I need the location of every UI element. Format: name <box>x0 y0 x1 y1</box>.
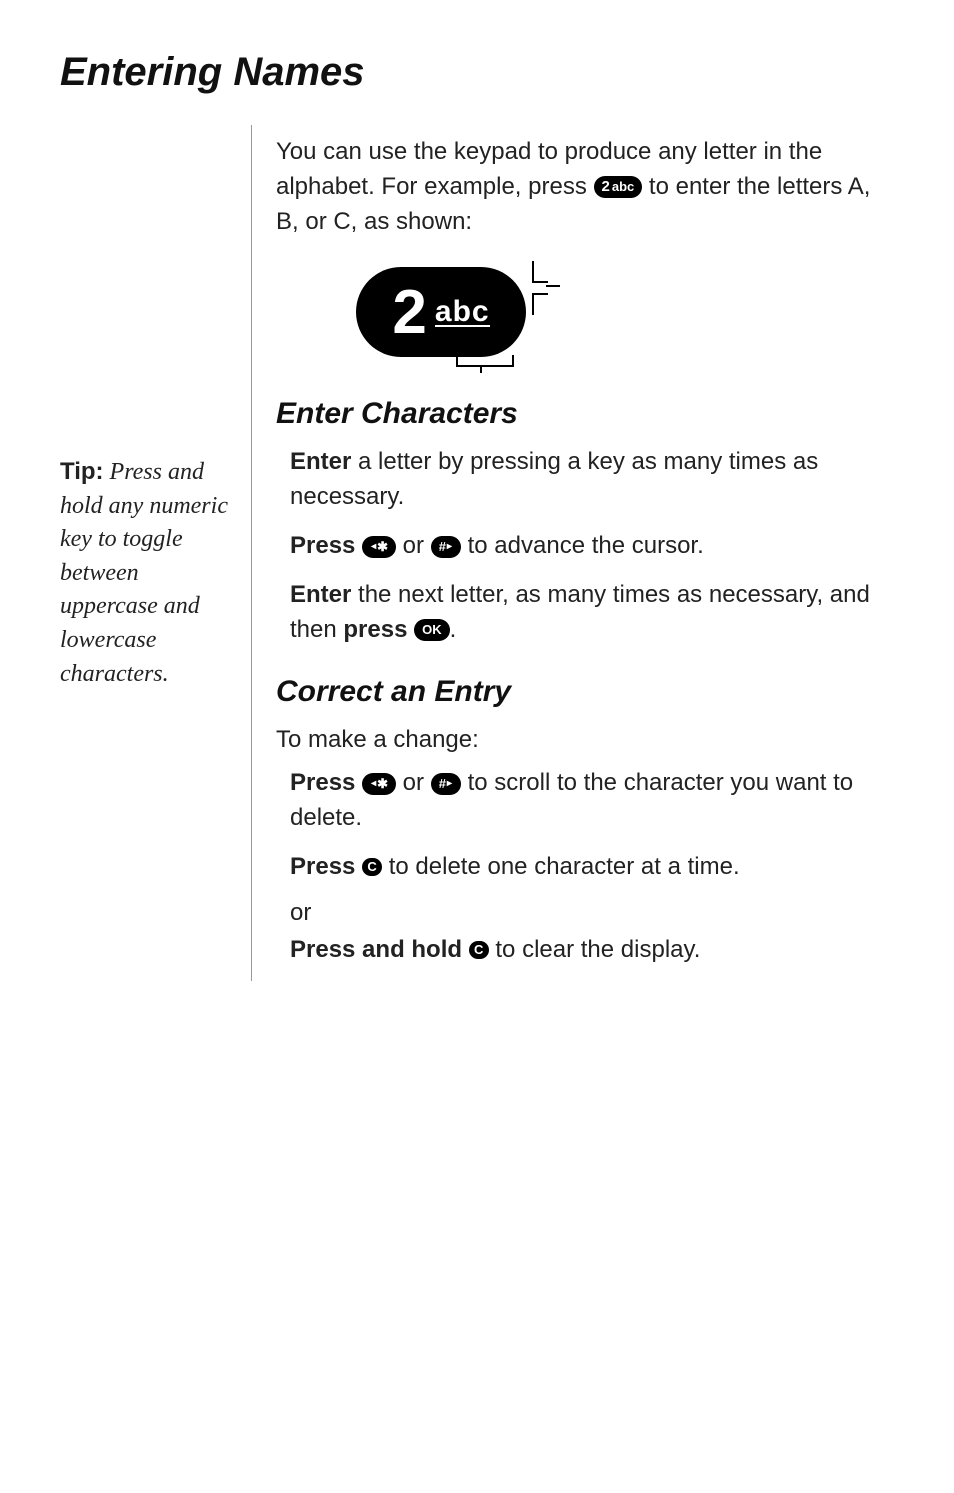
step-verb: Press and hold <box>290 936 469 963</box>
tip-heading: Tip: <box>60 458 104 485</box>
correct-intro: To make a change: <box>276 723 894 758</box>
intro-paragraph: You can use the keypad to produce any le… <box>276 135 894 239</box>
step-text: to advance the cursor. <box>468 532 704 559</box>
step-verb: Enter <box>290 581 351 608</box>
hash-symbol: # <box>439 538 446 556</box>
key-star-left-icon: ◂✱ <box>362 773 396 795</box>
bracket-icon <box>496 319 512 349</box>
step-verb: Press <box>290 769 362 796</box>
enter-step-1: Enter a letter by pressing a key as many… <box>276 445 894 515</box>
period: . <box>450 616 457 643</box>
key-hash-right-icon: #▸ <box>431 773 461 795</box>
step-text: to clear the display. <box>495 936 700 963</box>
bracket-icon <box>532 261 548 283</box>
tip-block: Tip: Press and hold any numeric key to t… <box>60 455 241 691</box>
tip-body: Press and hold any numeric key to toggle… <box>60 459 228 687</box>
step-text: a letter by pressing a key as many times… <box>290 448 818 510</box>
or-label: or <box>290 899 894 927</box>
bracket-stub-icon <box>480 365 482 373</box>
page-title: Entering Names <box>60 50 894 95</box>
step-text: or <box>403 769 431 796</box>
bracket-icon <box>456 355 514 367</box>
key-star-left-icon: ◂✱ <box>362 536 396 558</box>
arrow-left-icon: ◂ <box>371 775 376 793</box>
arrow-right-icon: ▸ <box>447 775 452 793</box>
correct-step-1: Press ◂✱ or #▸ to scroll to the characte… <box>276 766 894 836</box>
star-symbol: ✱ <box>377 538 388 556</box>
key-2abc-digit: 2 <box>602 178 610 196</box>
step-verb: Enter <box>290 448 351 475</box>
enter-characters-heading: Enter Characters <box>276 397 894 431</box>
key-ok-icon: OK <box>414 619 450 641</box>
step-text: to delete one character at a time. <box>389 853 740 880</box>
keypad-2abc-illustration: 2 abc <box>356 259 576 369</box>
sidebar: Tip: Press and hold any numeric key to t… <box>60 125 252 981</box>
step-verb: Press <box>290 853 362 880</box>
correct-entry-heading: Correct an Entry <box>276 675 894 709</box>
main-column: You can use the keypad to produce any le… <box>252 125 894 981</box>
step-text <box>407 616 414 643</box>
arrow-right-icon: ▸ <box>447 538 452 556</box>
key-c-icon: C <box>469 941 489 959</box>
big-key-digit: 2 <box>392 277 426 348</box>
correct-step-2: Press C to delete one character at a tim… <box>276 850 894 885</box>
hash-symbol: # <box>439 775 446 793</box>
correct-step-3: Press and hold C to clear the display. <box>276 933 894 968</box>
step-verb: Press <box>290 532 362 559</box>
step-text: or <box>403 532 431 559</box>
big-key-letters: abc <box>435 295 490 328</box>
arrow-left-icon: ◂ <box>371 538 376 556</box>
enter-step-3: Enter the next letter, as many times as … <box>276 578 894 648</box>
step-verb: press <box>343 616 407 643</box>
bracket-icon <box>532 293 548 315</box>
key-2abc-icon: 2abc <box>594 176 643 198</box>
star-symbol: ✱ <box>377 775 388 793</box>
enter-step-2: Press ◂✱ or #▸ to advance the cursor. <box>276 529 894 564</box>
key-2abc-letters: abc <box>612 178 634 196</box>
key-hash-right-icon: #▸ <box>431 536 461 558</box>
key-c-icon: C <box>362 858 382 876</box>
bracket-stub-icon <box>546 285 560 287</box>
